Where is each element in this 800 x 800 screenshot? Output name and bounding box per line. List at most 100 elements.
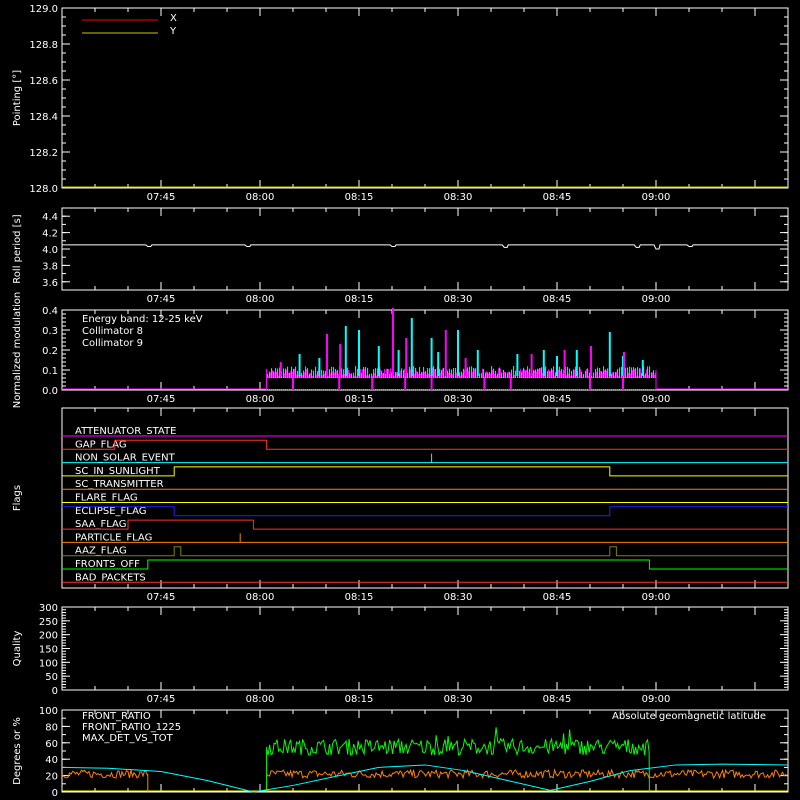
x-tick-label: 08:45 [543, 694, 572, 705]
x-tick-label: 07:45 [147, 294, 176, 305]
energy-band-annotation: Energy band: 12-25 keV [82, 314, 203, 325]
flag-line-gap-flag [62, 439, 788, 450]
y-tick-label: 60 [45, 739, 58, 750]
flag-label-saa-flag: SAA_FLAG [75, 519, 126, 530]
y-tick-label: 0.3 [42, 326, 58, 337]
y-tick-label: 4.0 [42, 245, 58, 256]
y-tick-label: 0 [52, 788, 58, 799]
flag-label-gap-flag: GAP_FLAG [75, 439, 127, 450]
legend-label-front-ratio: FRONT_RATIO [82, 711, 151, 722]
front-ratio-1225-line [266, 727, 650, 793]
y-tick-label: 50 [45, 672, 58, 683]
pointing-panel: 07:45 08:00 08:15 08:30 08:45 09:00 128.0 128.2… [12, 4, 789, 203]
flag-label-fronts-off: FRONTS_OFF [75, 559, 140, 570]
x-tick-label: 08:45 [543, 394, 572, 405]
max-det-vs-tot-line [61, 769, 148, 779]
x-tick-label: 08:45 [543, 294, 572, 305]
x-tick-label: 07:45 [147, 592, 176, 603]
x-tick-label: 08:00 [246, 592, 275, 603]
x-tick-label: 07:45 [147, 192, 176, 203]
legend-label-x: X [170, 13, 177, 24]
y-tick-label: 128.8 [29, 40, 58, 51]
x-tick-label: 08:00 [246, 294, 275, 305]
y-tick-label: 0.4 [42, 306, 58, 317]
y-axis-label: Normalized modulation [12, 292, 23, 409]
y-tick-label: 3.8 [42, 261, 58, 272]
flag-label-sc-transmitter: SC_TRANSMITTER [75, 479, 164, 490]
y-axis-label: Degrees or % [12, 717, 23, 785]
x-tick-label: 08:30 [444, 592, 473, 603]
x-tick-label: 08:00 [246, 694, 275, 705]
modulation-panel: 07:45 08:00 08:15 08:30 08:45 09:00 0.0 0.1 0.2 0… [12, 292, 789, 409]
x-tick-label: 08:30 [444, 694, 473, 705]
x-tick-label: 08:30 [444, 294, 473, 305]
x-tick-label: 09:00 [642, 394, 671, 405]
legend-label-collimator-9: Collimator 9 [82, 338, 143, 349]
x-tick-label: 08:00 [246, 394, 275, 405]
x-tick-label: 09:00 [642, 592, 671, 603]
stacked-chart-figure: 07:45 08:00 08:15 08:30 08:45 09:00 128.0 128.2… [12, 4, 789, 799]
legend-label-max-det-vs-tot: MAX_DET_VS_TOT [82, 733, 174, 744]
flag-label-non-solar-event: NON_SOLAR_EVENT [75, 453, 176, 464]
legend-label-collimator-8: Collimator 8 [82, 326, 143, 337]
x-tick-label: 07:45 [147, 694, 176, 705]
x-tick-label: 08:15 [345, 694, 374, 705]
y-tick-label: 0 [52, 686, 58, 697]
geomagnetic-latitude-line [61, 763, 789, 793]
flag-label-flare-flag: FLARE_FLAG [75, 493, 138, 504]
flag-label-aaz-flag: AAZ_FLAG [75, 546, 127, 557]
x-tick-label: 08:45 [543, 592, 572, 603]
geomagnetic-latitude-annotation: Absolute geomagnetic latitude [612, 711, 766, 722]
x-tick-label: 07:45 [147, 394, 176, 405]
y-tick-label: 250 [39, 617, 58, 628]
y-tick-label: 0.0 [42, 386, 58, 397]
y-axis-label: Pointing [°] [12, 70, 23, 126]
x-tick-label: 09:00 [642, 294, 671, 305]
y-tick-label: 40 [45, 755, 58, 766]
y-tick-label: 150 [39, 645, 58, 656]
y-axis-label: Flags [12, 485, 23, 511]
y-tick-label: 128.6 [29, 76, 58, 87]
y-tick-label: 129.0 [29, 4, 58, 15]
y-axis-label: Roll period [s] [12, 214, 23, 283]
roll-period-line [62, 244, 788, 250]
y-tick-label: 3.6 [42, 278, 58, 289]
y-tick-label: 80 [45, 722, 58, 733]
x-tick-label: 08:30 [444, 192, 473, 203]
y-axis-label: Quality [12, 631, 23, 667]
plot-frame [61, 207, 789, 291]
plot-frame [61, 606, 789, 691]
y-tick-label: 0.1 [42, 366, 58, 377]
x-tick-label: 08:15 [345, 394, 374, 405]
y-tick-label: 0.2 [42, 346, 58, 357]
y-tick-label: 128.2 [29, 148, 58, 159]
quality-panel: 07:45 08:00 08:15 08:30 08:45 09:00 0 50 100 150 2… [12, 603, 789, 705]
flags-panel: 07:45 08:00 08:15 08:30 08:45 09:00 Flags ATTEN… [12, 407, 789, 603]
y-tick-label: 128.4 [29, 112, 58, 123]
roll-period-panel: 07:45 08:00 08:15 08:30 08:45 09:00 3.6 3.8 4.0 4… [12, 207, 789, 305]
x-tick-label: 08:30 [444, 394, 473, 405]
flag-line-fronts-off [62, 559, 788, 570]
flag-label-attenuator-state: ATTENUATOR_STATE [75, 426, 176, 437]
flag-label-eclipse-flag: ECLIPSE_FLAG [75, 506, 146, 517]
x-tick-label: 08:00 [246, 192, 275, 203]
flag-label-bad-packets: BAD_PACKETS [75, 572, 146, 583]
flag-label-sc-in-sunlight: SC_IN_SUNLIGHT [75, 466, 161, 477]
y-tick-label: 200 [39, 631, 58, 642]
ratios-panel: 0 20 40 60 80 100 Degrees or % FRONT_RATIOFRONT… [12, 706, 789, 799]
x-tick-label: 08:15 [345, 294, 374, 305]
flag-line-particle-flag [62, 533, 788, 543]
flag-line-eclipse-flag [62, 506, 788, 517]
legend-label-y: Y [169, 26, 177, 37]
modulation-base-gap [266, 378, 656, 389]
y-tick-label: 100 [39, 706, 58, 717]
flag-line-saa-flag [62, 519, 788, 530]
x-tick-label: 08:15 [345, 592, 374, 603]
legend-label-front-ratio-1225: FRONT_RATIO_1225 [82, 722, 181, 733]
flag-line-sc-in-sunlight [62, 466, 788, 477]
x-tick-label: 08:15 [345, 192, 374, 203]
x-tick-label: 08:45 [543, 192, 572, 203]
y-tick-label: 128.0 [29, 184, 58, 195]
x-tick-label: 09:00 [642, 694, 671, 705]
y-tick-label: 4.4 [42, 212, 58, 223]
